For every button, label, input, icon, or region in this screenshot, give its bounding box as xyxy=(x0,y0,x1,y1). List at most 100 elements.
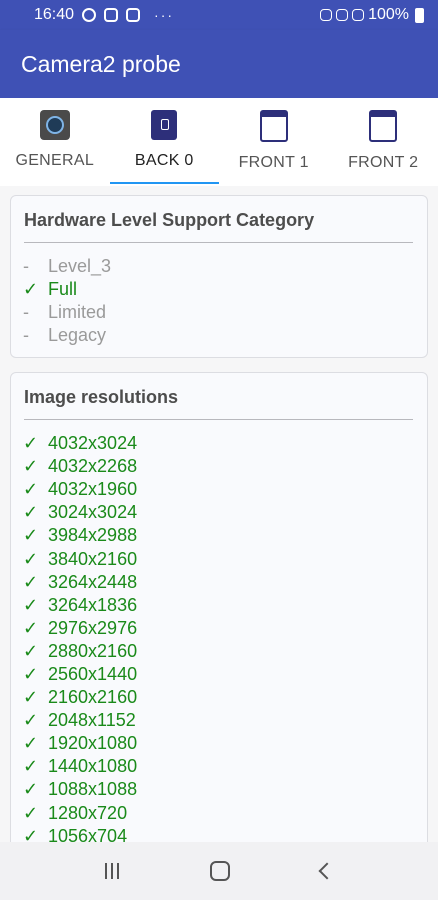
list-item: ✓ 3264x2448 xyxy=(23,571,427,594)
check-icon: ✓ xyxy=(23,825,39,842)
check-icon: ✓ xyxy=(23,479,39,500)
check-icon: ✓ xyxy=(23,756,39,777)
item-label: 4032x2268 xyxy=(48,456,138,477)
status-bar: 16:40 ··· 100% xyxy=(0,0,438,30)
news-icon xyxy=(126,8,141,22)
list-item: ✓ 4032x2268 xyxy=(23,455,427,478)
item-label: 2048x1152 xyxy=(48,710,136,731)
list-item: ✓ Full xyxy=(23,278,427,301)
unsupported-mark: - xyxy=(23,302,29,323)
home-icon[interactable] xyxy=(209,861,230,881)
list-item: ✓ 2976x2976 xyxy=(23,617,427,640)
check-icon: ✓ xyxy=(23,548,39,569)
mute-icon xyxy=(320,9,333,21)
camera-chip-icon xyxy=(39,110,70,140)
status-time: 16:40 xyxy=(34,6,75,23)
list-item: ✓ 1280x720 xyxy=(23,802,427,825)
tab-label: GENERAL xyxy=(15,152,95,169)
item-label: Full xyxy=(48,279,78,300)
phone-front-icon xyxy=(369,110,398,142)
list-item: - Level_3 xyxy=(23,255,427,278)
list-item: ✓ 3264x1836 xyxy=(23,594,427,617)
tab-label: FRONT 2 xyxy=(348,154,419,171)
phone-front-icon xyxy=(259,110,288,142)
item-label: 1088x1088 xyxy=(48,779,138,800)
whatsapp-icon xyxy=(82,8,97,22)
item-label: 2160x2160 xyxy=(48,687,138,708)
tab-general[interactable]: GENERAL xyxy=(0,98,110,186)
check-icon: ✓ xyxy=(23,710,39,731)
hardware-level-list: - Level_3 ✓ Full - Limited - Legacy xyxy=(11,243,427,347)
list-item: ✓ 4032x3024 xyxy=(23,432,427,455)
list-item: - Legacy xyxy=(23,324,427,347)
list-item: ✓ 1920x1080 xyxy=(23,732,427,755)
item-label: Level_3 xyxy=(48,256,112,277)
item-label: Legacy xyxy=(48,325,107,346)
item-label: 2976x2976 xyxy=(48,617,138,638)
hardware-level-card: Hardware Level Support Category - Level_… xyxy=(10,195,428,358)
check-icon: ✓ xyxy=(23,594,39,615)
item-label: 3264x1836 xyxy=(48,594,138,615)
more-notifications-icon: ··· xyxy=(154,7,175,23)
phone-back-icon xyxy=(151,110,178,140)
list-item: ✓ 3024x3024 xyxy=(23,501,427,524)
battery-icon xyxy=(415,7,424,23)
list-item: ✓ 2560x1440 xyxy=(23,663,427,686)
unsupported-mark: - xyxy=(23,325,29,346)
list-item: - Limited xyxy=(23,301,427,324)
tab-front-2[interactable]: FRONT 2 xyxy=(329,98,438,186)
list-item: ✓ 1056x704 xyxy=(23,825,427,842)
check-icon: ✓ xyxy=(23,279,39,300)
check-icon: ✓ xyxy=(23,733,39,754)
item-label: 3264x2448 xyxy=(48,571,138,592)
tab-back-0[interactable]: BACK 0 xyxy=(109,98,220,186)
back-icon[interactable] xyxy=(318,862,336,880)
list-item: ✓ 1088x1088 xyxy=(23,778,427,801)
card-title: Hardware Level Support Category xyxy=(24,210,315,230)
list-item: ✓ 2880x2160 xyxy=(23,640,427,663)
content-scroll[interactable]: Hardware Level Support Category - Level_… xyxy=(0,186,438,842)
image-resolutions-card: Image resolutions ✓ 4032x3024 ✓ 4032x2268 … xyxy=(10,372,428,842)
unsupported-mark: - xyxy=(23,256,29,277)
tab-front-1[interactable]: FRONT 1 xyxy=(219,98,329,186)
check-icon: ✓ xyxy=(23,571,39,592)
check-icon: ✓ xyxy=(23,802,39,823)
item-label: 4032x3024 xyxy=(48,433,138,454)
item-label: 1440x1080 xyxy=(48,756,138,777)
check-icon: ✓ xyxy=(23,687,39,708)
item-label: 1920x1080 xyxy=(48,733,138,754)
item-label: 2560x1440 xyxy=(48,663,138,684)
item-label: 1056x704 xyxy=(48,825,128,842)
check-icon: ✓ xyxy=(23,525,39,546)
resolution-list: ✓ 4032x3024 ✓ 4032x2268 ✓ 4032x1960 ✓ 3024x3… xyxy=(11,420,427,842)
list-item: ✓ 3840x2160 xyxy=(23,547,427,570)
list-item: ✓ 2160x2160 xyxy=(23,686,427,709)
item-label: 2880x2160 xyxy=(48,640,138,661)
recent-apps-icon[interactable] xyxy=(105,863,120,879)
card-title: Image resolutions xyxy=(24,387,179,407)
item-label: 3840x2160 xyxy=(48,548,138,569)
tab-bar: GENERAL BACK 0 FRONT 1 FRONT 2 xyxy=(0,98,438,186)
item-label: 1280x720 xyxy=(48,802,128,823)
app-bar: Camera2 probe xyxy=(0,30,438,98)
item-label: 4032x1960 xyxy=(48,479,138,500)
check-icon: ✓ xyxy=(23,617,39,638)
app-title: Camera2 probe xyxy=(21,50,181,77)
signal-icon xyxy=(352,9,365,21)
list-item: ✓ 1440x1080 xyxy=(23,755,427,778)
list-item: ✓ 4032x1960 xyxy=(23,478,427,501)
check-icon: ✓ xyxy=(23,456,39,477)
item-label: Limited xyxy=(48,302,107,323)
tab-label: BACK 0 xyxy=(134,152,194,169)
tab-label: FRONT 1 xyxy=(238,154,309,171)
battery-percent: 100% xyxy=(368,6,409,23)
list-item: ✓ 2048x1152 xyxy=(23,709,427,732)
instagram-icon xyxy=(104,8,119,22)
check-icon: ✓ xyxy=(23,433,39,454)
data-icon xyxy=(336,9,349,21)
system-nav-bar xyxy=(0,842,438,900)
check-icon: ✓ xyxy=(23,502,39,523)
item-label: 3984x2988 xyxy=(48,525,138,546)
list-item: ✓ 3984x2988 xyxy=(23,524,427,547)
item-label: 3024x3024 xyxy=(48,502,138,523)
